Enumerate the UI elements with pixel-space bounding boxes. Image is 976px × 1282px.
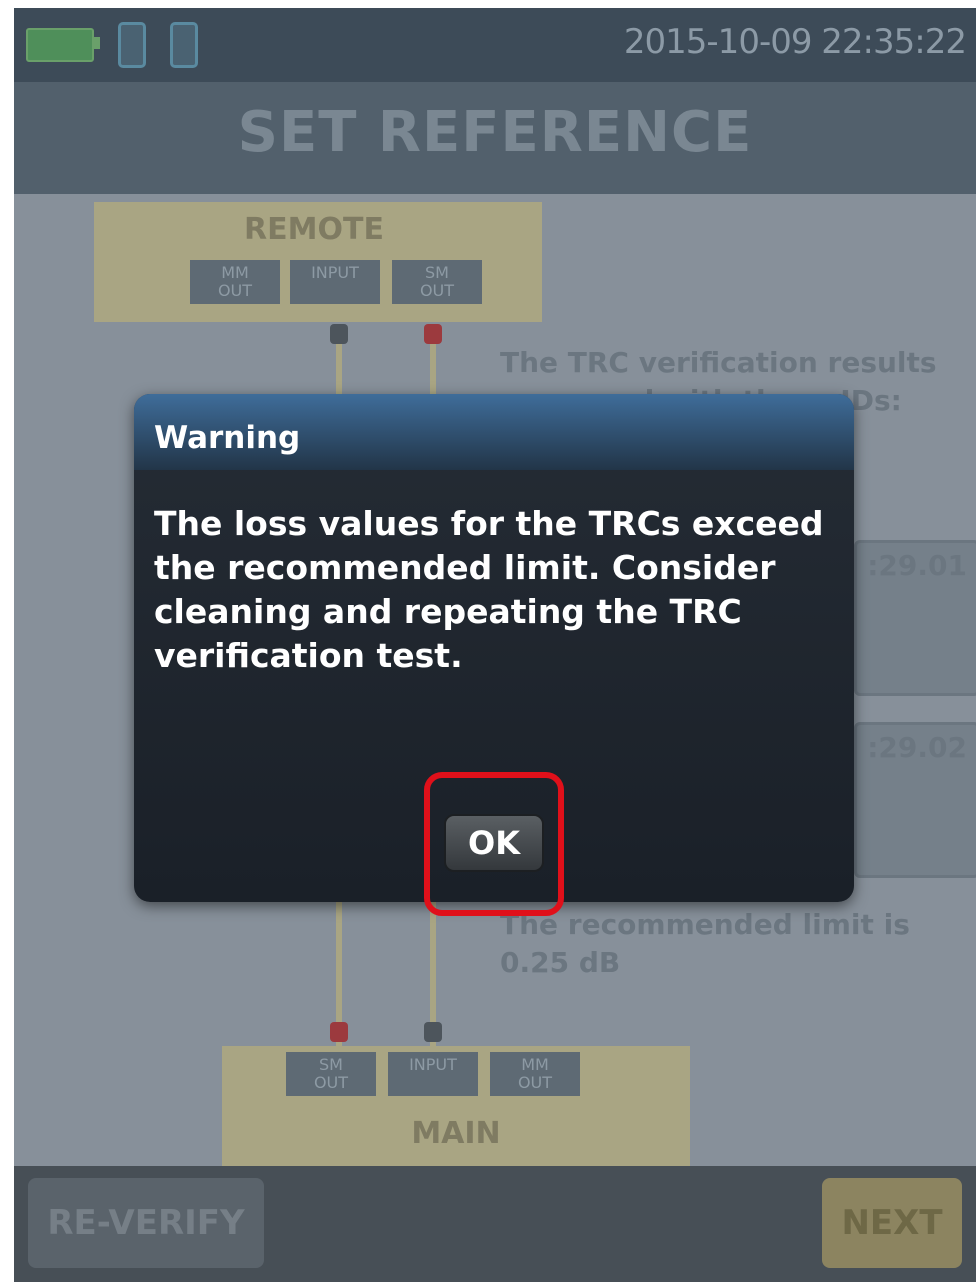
remote-input-connector [330, 324, 348, 344]
title-bar: SET REFERENCE [14, 82, 976, 194]
battery-icon [26, 28, 94, 62]
dialog-message: The loss values for the TRCs exceed the … [154, 504, 824, 675]
main-mm-out-port: MM OUT [490, 1052, 580, 1096]
main-sm-connector [330, 1022, 348, 1042]
port-label: SM OUT [419, 263, 455, 300]
port-label: INPUT [409, 1055, 457, 1074]
dialog-title: Warning [154, 420, 301, 456]
remote-unit-label: REMOTE [244, 212, 384, 247]
reverify-button[interactable]: RE-VERIFY [28, 1178, 264, 1268]
main-input-connector [424, 1022, 442, 1042]
next-button[interactable]: NEXT [822, 1178, 962, 1268]
bottom-bar: RE-VERIFY NEXT [14, 1166, 976, 1282]
fiber-connection-icon-2 [170, 22, 198, 68]
remote-mm-out-port: MM OUT [190, 260, 280, 304]
battery-tip [94, 37, 100, 49]
port-label: SM OUT [313, 1055, 349, 1092]
id-value-1: :29.01 [867, 549, 967, 582]
fiber-connection-icon [118, 22, 146, 68]
port-label: MM OUT [517, 1055, 553, 1092]
main-input-port: INPUT [388, 1052, 478, 1096]
remote-input-port: INPUT [290, 260, 380, 304]
id-value-2: :29.02 [867, 731, 967, 764]
id-field-2[interactable]: :29.02 [854, 722, 976, 878]
ok-button-highlight [424, 772, 564, 916]
status-bar: 2015-10-09 22:35:22 [14, 8, 976, 82]
remote-sm-out-port: SM OUT [392, 260, 482, 304]
dialog-header: Warning [134, 394, 854, 470]
page-title: SET REFERENCE [237, 100, 753, 165]
id-field-1[interactable]: :29.01 [854, 540, 976, 696]
port-label: INPUT [311, 263, 359, 282]
main-sm-out-port: SM OUT [286, 1052, 376, 1096]
main-unit-label: MAIN [411, 1116, 501, 1151]
remote-sm-connector [424, 324, 442, 344]
datetime: 2015-10-09 22:35:22 [623, 22, 967, 62]
limit-info-text: The recommended limit is 0.25 dB [500, 908, 910, 979]
port-label: MM OUT [217, 263, 253, 300]
